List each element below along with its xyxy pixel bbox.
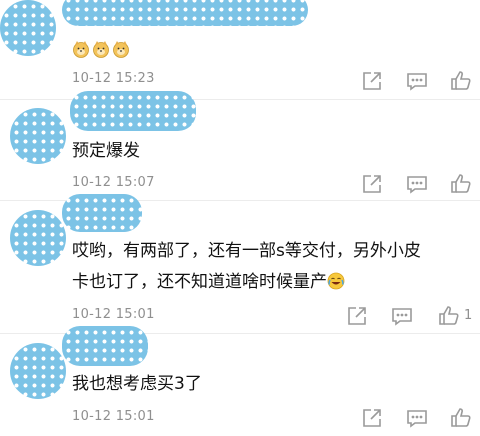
comment-time: 10-12 15:01 [72,307,155,322]
username[interactable] [70,91,196,131]
comment-time: 10-12 15:23 [72,71,155,86]
comment-icon[interactable] [405,69,429,93]
avatar[interactable] [10,108,66,164]
like-count: 1 [464,308,473,323]
doge-icon [92,40,110,58]
comment-text: 预定爆发 [72,141,140,161]
comment-text: 我也想考虑买3了 [72,374,202,394]
avatar[interactable] [10,210,66,266]
like-icon[interactable] [449,69,473,93]
avatar[interactable] [0,0,56,56]
comment-text-line1: 哎哟，有两部了，还有一部s等交付，另外小皮 [72,241,421,261]
comment-time: 10-12 15:01 [72,409,155,424]
share-icon[interactable] [360,406,384,430]
username[interactable] [62,0,308,26]
comment-text-line2: 卡也订了，还不知道道啥时候量产 [72,270,345,295]
username[interactable] [62,326,148,366]
comment-icon[interactable] [405,406,429,430]
laughing-tears-icon [327,272,345,290]
share-icon[interactable] [345,304,369,328]
like-icon[interactable] [437,304,461,328]
comment-icon[interactable] [390,304,414,328]
username[interactable] [62,194,142,232]
avatar[interactable] [10,343,66,399]
like-icon[interactable] [449,172,473,196]
doge-icon [72,40,90,58]
share-icon[interactable] [360,172,384,196]
share-icon[interactable] [360,69,384,93]
comment-time: 10-12 15:07 [72,175,155,190]
comment-text-line2-content: 卡也订了，还不知道道啥时候量产 [72,272,327,292]
comment-icon[interactable] [405,172,429,196]
doge-icon [112,40,130,58]
like-icon[interactable] [449,406,473,430]
